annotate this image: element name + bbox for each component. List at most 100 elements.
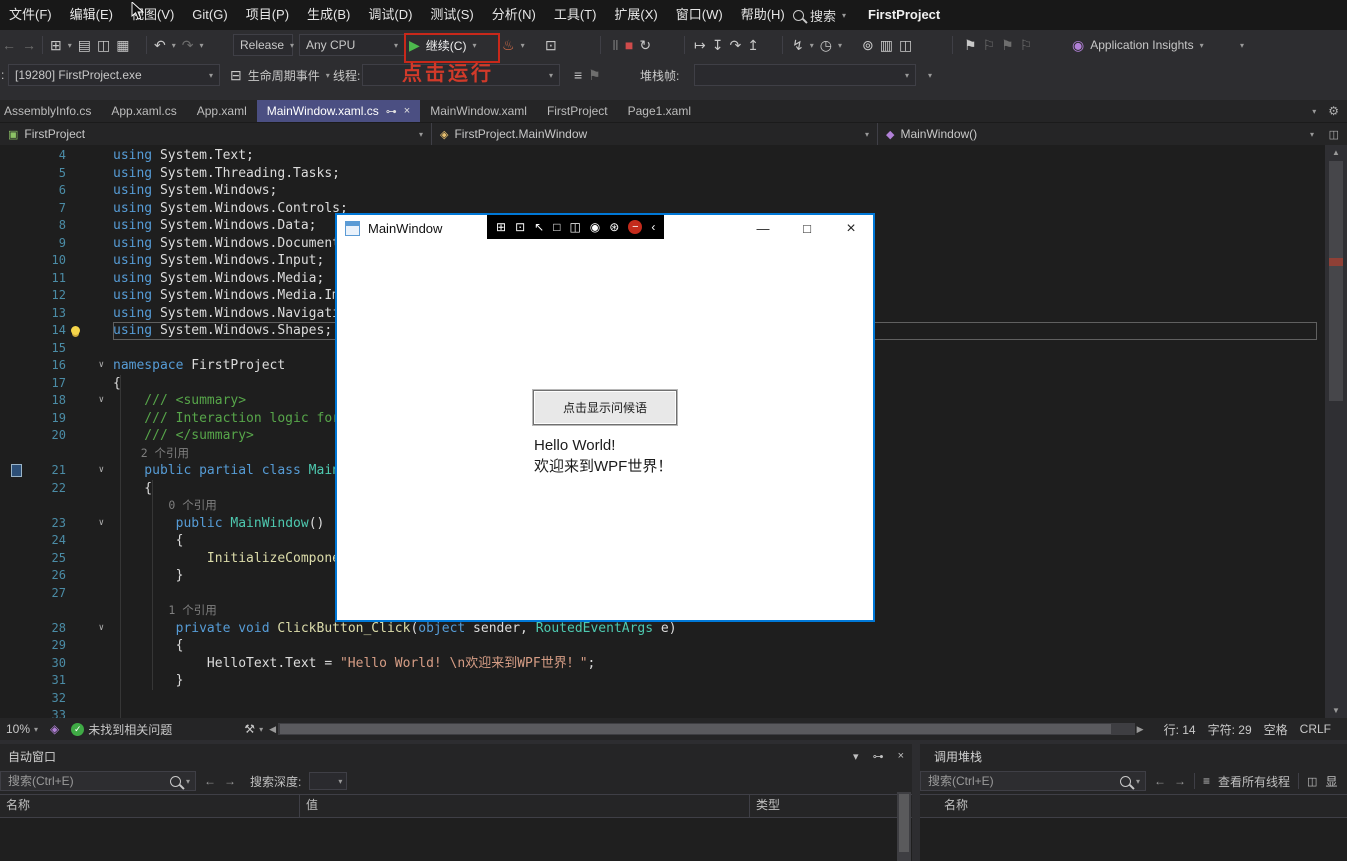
tab[interactable]: App.xaml <box>187 100 257 122</box>
fold-arrow-icon[interactable]: ∨ <box>99 462 104 480</box>
scroll-left-icon[interactable]: ◀ <box>269 724 276 735</box>
hot-reload-button[interactable]: ♨ ▾ <box>502 33 525 57</box>
column-header[interactable]: 名称 <box>920 795 1347 817</box>
tab[interactable]: FirstProject <box>537 100 618 122</box>
menu-item[interactable]: 生成(B) <box>298 0 359 30</box>
title-search-box[interactable]: 搜索 ▾ <box>793 0 846 30</box>
status-purple-icon-button[interactable]: ◈ <box>44 722 65 736</box>
chevron-down-icon[interactable]: ▾ <box>810 41 814 50</box>
panel-pin-icon[interactable]: ⊶ <box>873 750 884 763</box>
show-threads-icon[interactable]: ≡ <box>574 63 582 87</box>
quick-actions-icon[interactable] <box>71 326 80 335</box>
wpf-title-bar[interactable]: MainWindow ⊞ ⊡ ↖ □ ◫ ◉ ⊛ − ‹ — □ × <box>337 215 873 242</box>
app-insights-button[interactable]: ◉ Application Insights ▾ <box>1072 33 1204 57</box>
scrollbar-thumb[interactable] <box>899 794 909 852</box>
menu-item[interactable]: 窗口(W) <box>667 0 732 30</box>
scroll-up-icon[interactable]: ▲ <box>1325 148 1347 157</box>
scroll-right-icon[interactable]: ▶ <box>1137 724 1144 735</box>
step-into-icon[interactable]: ↧ <box>712 33 724 57</box>
menu-item[interactable]: Git(G) <box>183 0 236 30</box>
fold-arrow-icon[interactable]: ∨ <box>99 392 104 410</box>
close-button[interactable]: × <box>829 215 873 242</box>
tab[interactable]: App.xaml.cs <box>101 100 186 122</box>
maximize-button[interactable]: □ <box>785 215 829 242</box>
restart-icon[interactable]: ↻ <box>639 33 651 57</box>
chevron-down-icon[interactable]: ▾ <box>186 777 190 786</box>
flag-thread-icon[interactable]: ⚑ <box>588 63 601 87</box>
tab[interactable]: AssemblyInfo.cs <box>0 100 101 122</box>
project-dropdown[interactable]: ▣ FirstProject ▾ <box>0 123 432 145</box>
menu-item[interactable]: 分析(N) <box>483 0 545 30</box>
spaces-indicator[interactable]: 空格 <box>1258 721 1294 738</box>
line-ending-indicator[interactable]: CRLF <box>1294 722 1337 736</box>
chevron-down-icon[interactable]: ▾ <box>172 41 176 50</box>
menu-item[interactable]: 帮助(H) <box>732 0 794 30</box>
collapse-toolbar-icon[interactable]: ‹ <box>651 215 655 239</box>
fold-arrow-icon[interactable]: ∨ <box>99 357 104 375</box>
panel-close-icon[interactable]: × <box>898 750 904 762</box>
t-options-gear-icon[interactable]: ⚙ <box>1328 104 1339 118</box>
chevron-down-icon[interactable]: ▾ <box>68 41 72 50</box>
lifecycle-events-button[interactable]: ⊟ 生命周期事件 ▾ <box>230 63 330 87</box>
greet-button[interactable]: 点击显示问候语 <box>533 390 677 425</box>
platform-dropdown[interactable]: Any CPU ▾ <box>299 34 405 56</box>
new-file-icon[interactable]: ⊞ <box>50 33 62 57</box>
frames-icon[interactable]: ◫ <box>899 33 912 57</box>
panel-vertical-splitter[interactable] <box>912 744 920 861</box>
apply-changes-button[interactable]: ⊡ <box>545 33 557 57</box>
menu-item[interactable]: 扩展(X) <box>605 0 666 30</box>
chevron-down-icon[interactable]: ▾ <box>1136 777 1140 786</box>
autos-scrollbar[interactable] <box>897 792 911 861</box>
memory-icon[interactable]: ▥ <box>880 33 893 57</box>
previous-bookmark-icon[interactable]: ⚐ <box>983 33 996 57</box>
enable-selection-icon[interactable]: ↖ <box>534 215 544 239</box>
tab[interactable]: MainWindow.xaml <box>420 100 537 122</box>
search-next-icon[interactable]: → <box>224 774 236 788</box>
autos-search-box[interactable]: ▾ <box>0 771 196 791</box>
search-prev-icon[interactable]: ← <box>1154 774 1166 788</box>
autos-search-input[interactable] <box>6 773 165 789</box>
stop-icon[interactable]: ■ <box>625 33 633 57</box>
undo-icon[interactable]: ↶ <box>154 33 166 57</box>
scrollbar-thumb[interactable] <box>280 724 1111 734</box>
tab[interactable]: MainWindow.xaml.cs ⊶ × <box>256 100 421 122</box>
search-prev-icon[interactable]: ← <box>204 774 216 788</box>
save-icon[interactable]: ◫ <box>97 33 110 57</box>
display-adorners-icon[interactable]: □ <box>553 215 560 239</box>
scrollbar-thumb[interactable] <box>1329 161 1343 401</box>
watch-icon[interactable]: ⊚ <box>862 33 874 57</box>
tab-pin-icon[interactable]: ⊶ <box>386 105 397 118</box>
tab-close-icon[interactable]: × <box>404 105 410 117</box>
scroll-down-icon[interactable]: ▼ <box>1325 706 1347 715</box>
pause-visual-tree-icon[interactable]: − <box>628 220 643 234</box>
open-file-icon[interactable]: ▤ <box>78 33 91 57</box>
menu-item[interactable]: 项目(P) <box>237 0 298 30</box>
line-indicator[interactable]: 行: 14 <box>1158 721 1202 738</box>
code-cleanup-button[interactable]: ⚒ ▾ <box>238 722 269 736</box>
split-editor-icon[interactable]: ◫ <box>1329 128 1339 141</box>
minimize-button[interactable]: — <box>741 215 785 242</box>
accessibility-checker-icon[interactable]: ⊛ <box>609 215 619 239</box>
navigate-backward-icon[interactable]: ← <box>2 33 16 57</box>
navigate-forward-icon[interactable]: → <box>22 33 36 57</box>
column-header[interactable]: 名称 <box>0 795 300 817</box>
menu-item[interactable]: 工具(T) <box>545 0 606 30</box>
column-header[interactable]: 值 <box>300 795 750 817</box>
process-dropdown[interactable]: [19280] FirstProject.exe ▾ <box>8 64 220 86</box>
call-stack-body[interactable] <box>920 818 1347 861</box>
call-stack-search-box[interactable]: ▾ <box>920 771 1146 791</box>
type-dropdown[interactable]: ◈ FirstProject.MainWindow ▾ <box>432 123 878 145</box>
panel-menu-icon[interactable]: ▾ <box>853 750 859 763</box>
chevron-down-icon[interactable]: ▾ <box>838 41 842 50</box>
chevron-down-icon[interactable]: ▾ <box>842 11 846 20</box>
step-out-icon[interactable]: ↥ <box>747 33 759 57</box>
view-all-threads-button[interactable]: 查看所有线程 <box>1218 773 1290 790</box>
search-next-icon[interactable]: → <box>1174 774 1186 788</box>
issues-status[interactable]: ✓ 未找到相关问题 <box>65 721 178 738</box>
track-focused-icon[interactable]: ◫ <box>569 215 580 239</box>
tab-list-icon[interactable]: ▾ <box>1312 107 1316 116</box>
chevron-down-icon[interactable]: ▾ <box>199 41 203 50</box>
step-over-icon[interactable]: ↷ <box>729 33 741 57</box>
tab[interactable]: Page1.xaml <box>618 100 701 122</box>
menu-item[interactable]: 文件(F) <box>0 0 61 30</box>
